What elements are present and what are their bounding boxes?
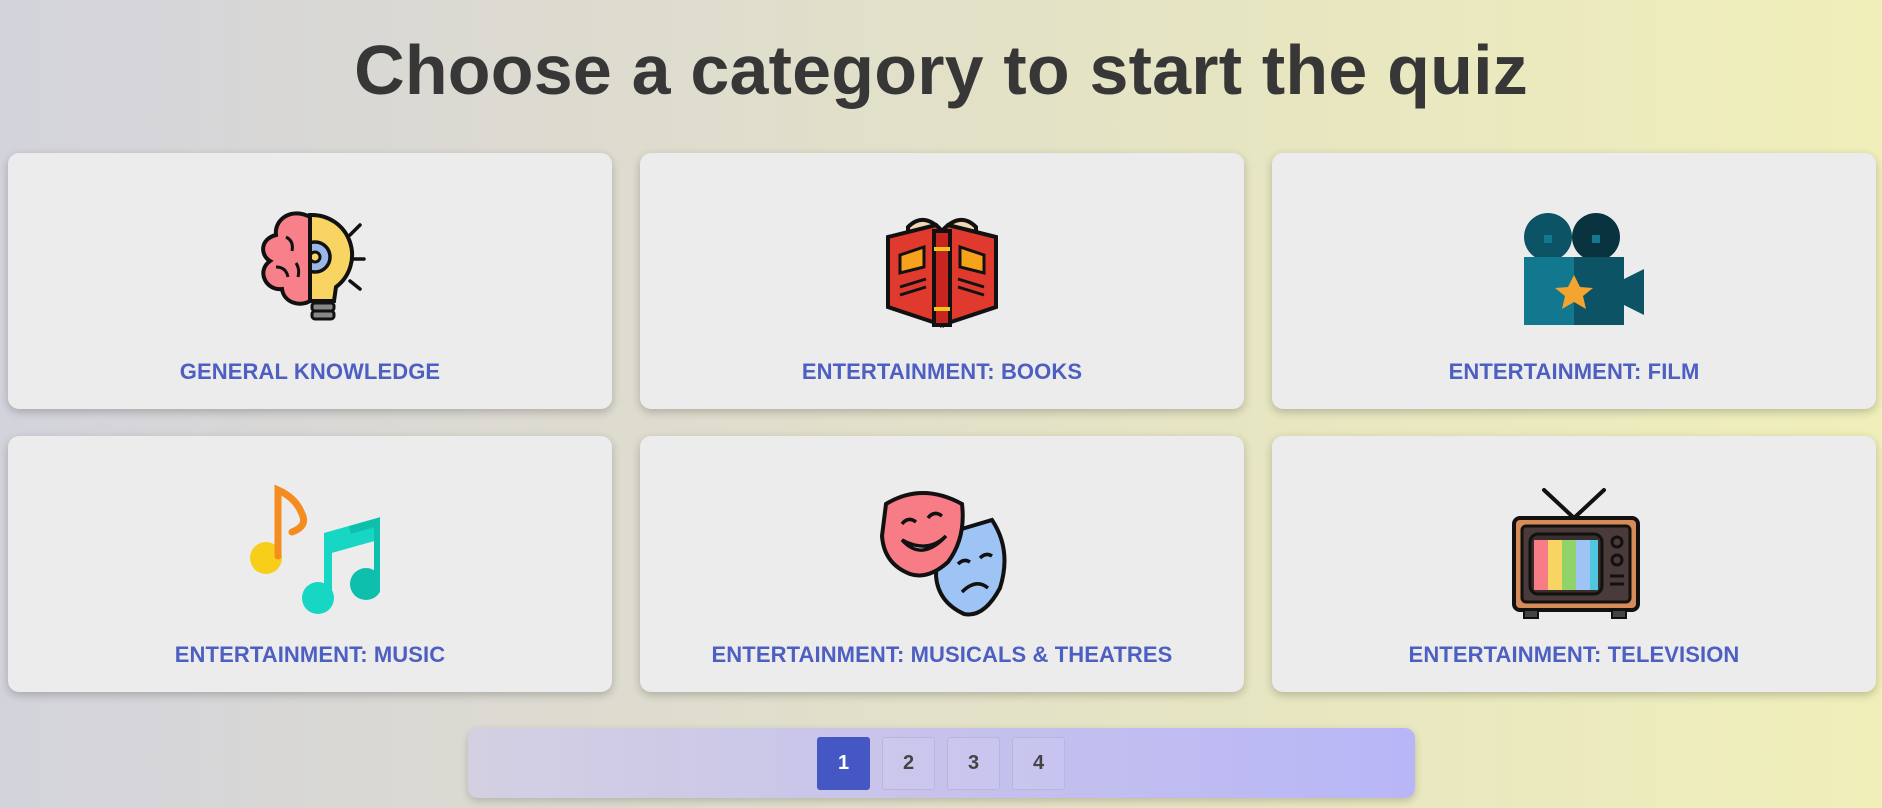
category-label: ENTERTAINMENT: MUSICALS & THEATRES: [711, 642, 1173, 667]
category-card-film[interactable]: ENTERTAINMENT: FILM: [1272, 153, 1876, 409]
page-title: Choose a category to start the quiz: [354, 31, 1528, 109]
brain-lightbulb-icon: [240, 197, 380, 337]
category-card-television[interactable]: ENTERTAINMENT: TELEVISION: [1272, 436, 1876, 692]
category-label: ENTERTAINMENT: TELEVISION: [1408, 642, 1740, 667]
open-book-icon: [872, 197, 1012, 337]
movie-camera-icon: [1504, 197, 1644, 337]
pagination-bar: 1 2 3 4: [468, 728, 1415, 798]
music-notes-icon: [240, 480, 380, 620]
page-button-4[interactable]: 4: [1012, 737, 1065, 790]
category-card-books[interactable]: ENTERTAINMENT: BOOKS: [640, 153, 1244, 409]
category-card-music[interactable]: ENTERTAINMENT: MUSIC: [8, 436, 612, 692]
theatre-masks-icon: [872, 480, 1012, 620]
page-button-3[interactable]: 3: [947, 737, 1000, 790]
category-card-general-knowledge[interactable]: GENERAL KNOWLEDGE: [8, 153, 612, 409]
page-button-2[interactable]: 2: [882, 737, 935, 790]
category-label: ENTERTAINMENT: FILM: [1448, 359, 1700, 384]
category-label: ENTERTAINMENT: BOOKS: [801, 359, 1083, 384]
category-grid: GENERAL KNOWLEDGE ENTERTAINMENT: BOOKS E…: [8, 153, 1876, 692]
television-icon: [1504, 480, 1644, 620]
category-card-musicals-theatres[interactable]: ENTERTAINMENT: MUSICALS & THEATRES: [640, 436, 1244, 692]
category-label: ENTERTAINMENT: MUSIC: [174, 642, 446, 667]
pagination-pages: 1 2 3 4: [817, 737, 1065, 790]
page-button-1[interactable]: 1: [817, 737, 870, 790]
category-label: GENERAL KNOWLEDGE: [179, 359, 441, 384]
